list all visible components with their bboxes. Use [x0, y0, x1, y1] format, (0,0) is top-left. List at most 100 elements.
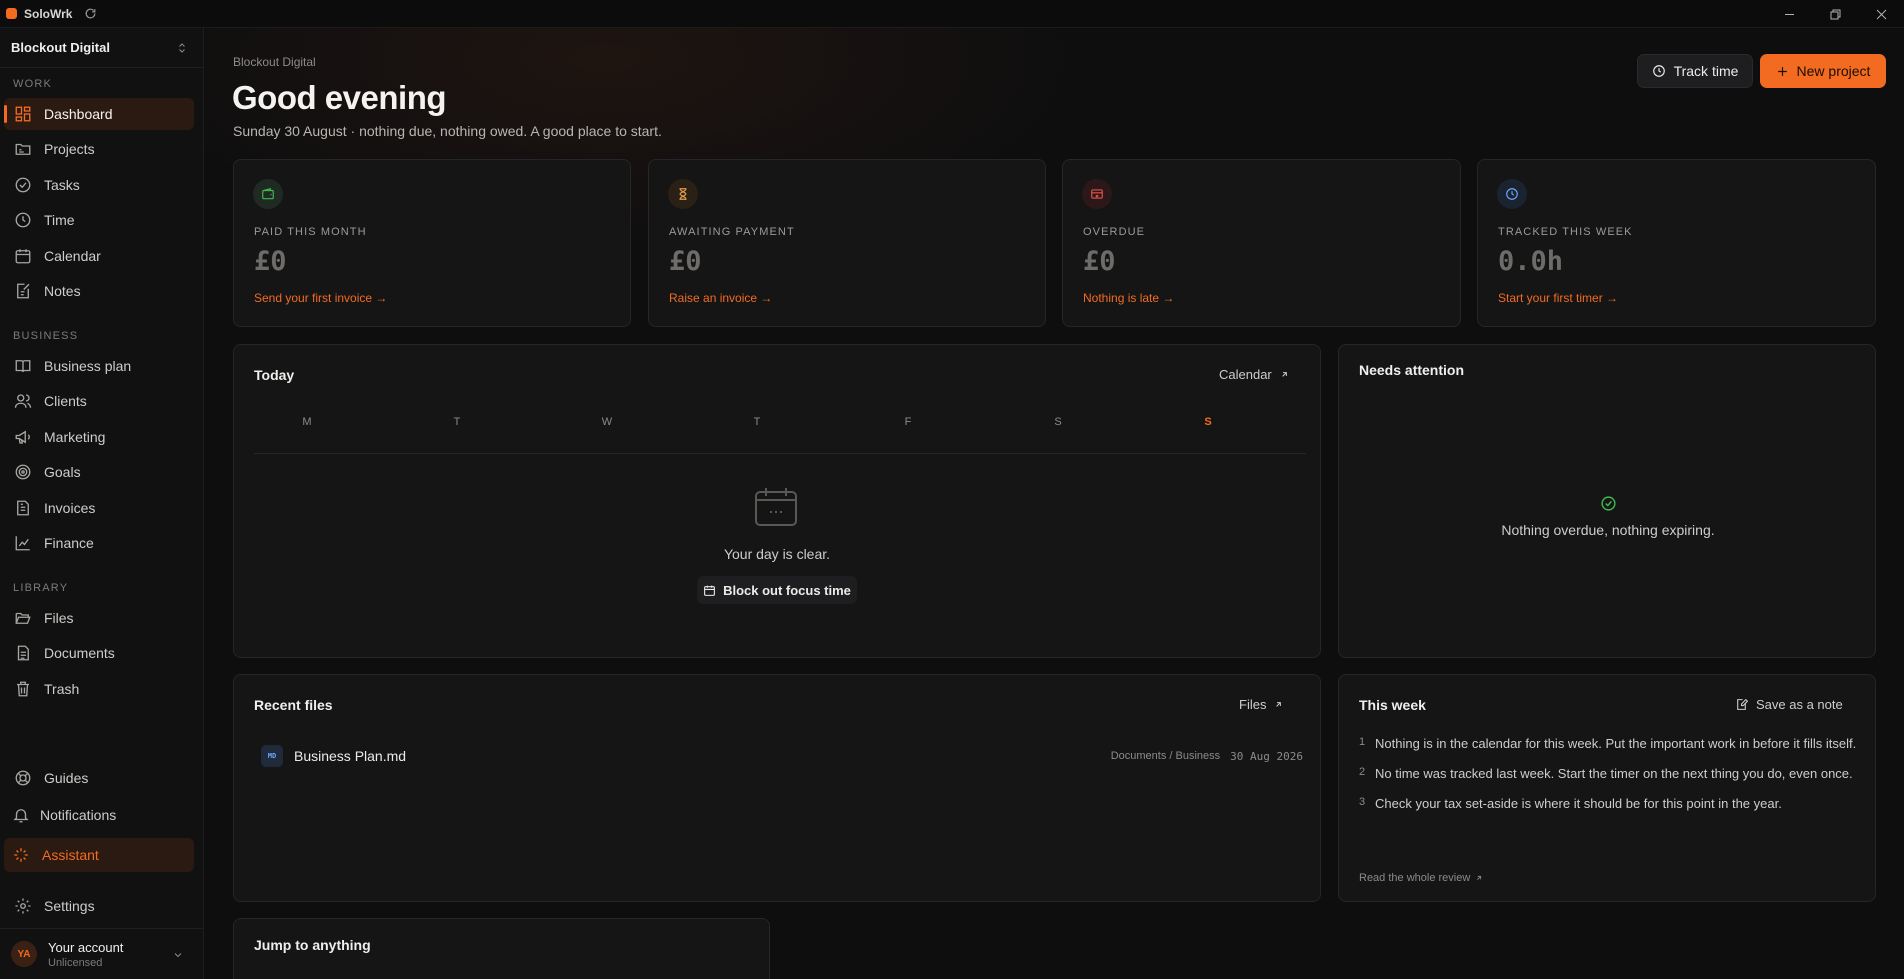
book-icon: [14, 357, 32, 375]
file-date: 30 Aug 2026: [1230, 749, 1303, 763]
file-name: Business Plan.md: [294, 748, 407, 764]
close-button[interactable]: [1858, 0, 1904, 28]
workspace-switcher[interactable]: Blockout Digital: [0, 28, 204, 68]
this-week-title: This week: [1359, 697, 1426, 713]
sidebar-item-label: Invoices: [44, 500, 96, 516]
sidebar-item-label: Trash: [44, 681, 80, 697]
calendar-link[interactable]: Calendar: [1219, 367, 1289, 382]
wallet-icon: [253, 179, 283, 209]
sidebar-item-label: Notifications: [40, 807, 117, 823]
section-label-library: LIBRARY: [13, 582, 69, 594]
stat-card-overdue: OVERDUE £0 Nothing is late →: [1062, 159, 1461, 327]
track-time-button[interactable]: Track time: [1637, 54, 1753, 88]
weekday-fri: F: [904, 416, 912, 428]
sidebar-item-marketing[interactable]: Marketing: [4, 421, 194, 453]
block-focus-time-button[interactable]: Block out focus time: [697, 576, 857, 604]
sidebar-item-label: Tasks: [44, 177, 80, 193]
sidebar-item-label: Guides: [44, 770, 89, 786]
overdue-card-icon: [1082, 179, 1112, 209]
sidebar-item-label: Notes: [44, 283, 81, 299]
item-text: Nothing is in the calendar for this week…: [1375, 736, 1857, 751]
section-label-business: BUSINESS: [13, 330, 79, 342]
sidebar-item-notifications[interactable]: Notifications: [4, 799, 194, 831]
sidebar-item-clients[interactable]: Clients: [4, 385, 194, 417]
sidebar-item-label: Calendar: [44, 248, 101, 264]
plus-icon: [1777, 66, 1787, 76]
weekday-mon: M: [302, 416, 312, 428]
account-menu[interactable]: YA Your account Unlicensed: [0, 928, 204, 979]
chevron-up-down-icon: [176, 42, 188, 54]
check-circle-icon: [1339, 495, 1877, 512]
weekday-sat: S: [1054, 416, 1062, 428]
sidebar-item-projects[interactable]: Projects: [4, 133, 194, 165]
sidebar-item-label: Finance: [44, 535, 94, 551]
read-review-link[interactable]: Read the whole review: [1359, 872, 1483, 884]
weekday-sun-today: S: [1204, 416, 1212, 428]
app-logo-icon: [6, 8, 17, 19]
sidebar-item-tasks[interactable]: Tasks: [4, 169, 194, 201]
needs-attention-card: Needs attention Nothing overdue, nothing…: [1338, 344, 1876, 658]
restore-button[interactable]: [1812, 0, 1858, 28]
document-icon: [14, 644, 32, 662]
stat-value: £0: [254, 246, 287, 277]
chart-line-icon: [14, 534, 32, 552]
jump-to-anything-card: Jump to anything: [233, 918, 770, 979]
sidebar-item-business-plan[interactable]: Business plan: [4, 350, 194, 382]
save-as-note-button[interactable]: Save as a note: [1735, 697, 1843, 712]
clock-icon: [14, 211, 32, 229]
nothing-late-link[interactable]: Nothing is late →: [1083, 291, 1174, 305]
breadcrumb: Blockout Digital: [233, 55, 316, 69]
workspace-name: Blockout Digital: [11, 40, 110, 55]
minimize-button[interactable]: [1766, 0, 1812, 28]
sidebar-item-trash[interactable]: Trash: [4, 673, 194, 705]
read-review-label: Read the whole review: [1359, 872, 1471, 884]
sidebar-item-label: Assistant: [42, 847, 99, 863]
item-number: 1: [1359, 736, 1366, 748]
invoice-icon: [14, 499, 32, 517]
sidebar-item-invoices[interactable]: Invoices: [4, 492, 194, 524]
sidebar-item-dashboard[interactable]: Dashboard: [4, 98, 194, 130]
item-text: Check your tax set-aside is where it sho…: [1375, 796, 1782, 811]
note-icon: [14, 282, 32, 300]
gear-icon: [14, 897, 32, 915]
sidebar-item-notes[interactable]: Notes: [4, 275, 194, 307]
file-path: Documents / Business: [1110, 749, 1221, 762]
dashboard-icon: [14, 105, 32, 123]
sidebar-item-label: Time: [44, 212, 75, 228]
clock-icon: [1652, 65, 1665, 77]
sidebar-item-time[interactable]: Time: [4, 204, 194, 236]
list-item[interactable]: MD Business Plan.md Documents / Business…: [261, 744, 1303, 768]
raise-invoice-link[interactable]: Raise an invoice →: [669, 291, 772, 305]
sidebar-item-calendar[interactable]: Calendar: [4, 240, 194, 272]
markdown-file-icon: MD: [261, 745, 283, 767]
sidebar-item-label: Dashboard: [44, 106, 113, 122]
stat-value: £0: [1083, 246, 1116, 277]
sidebar-item-files[interactable]: Files: [4, 602, 194, 634]
sidebar-item-documents[interactable]: Documents: [4, 637, 194, 669]
sidebar-item-goals[interactable]: Goals: [4, 456, 194, 488]
files-link[interactable]: Files: [1239, 697, 1283, 712]
new-project-button[interactable]: New project: [1760, 54, 1886, 88]
arrow-up-right-icon: [1477, 875, 1482, 880]
refresh-icon[interactable]: [84, 7, 97, 20]
sidebar-item-label: Marketing: [44, 429, 106, 445]
calendar-empty-icon: [754, 487, 798, 530]
calendar-icon: [704, 585, 715, 596]
sidebar-item-assistant[interactable]: Assistant: [4, 838, 194, 872]
sidebar: Blockout Digital WORK Dashboard Projects…: [0, 28, 204, 979]
megaphone-icon: [14, 428, 32, 446]
weekly-review-list: 1 Nothing is in the calendar for this we…: [1359, 734, 1859, 824]
clock-icon: [1497, 179, 1527, 209]
check-circle-icon: [14, 176, 32, 194]
recent-files-card: Recent files Files MD Business Plan.md D…: [233, 674, 1321, 902]
stat-value: £0: [669, 246, 702, 277]
folder-icon: [14, 140, 32, 158]
sidebar-item-settings[interactable]: Settings: [4, 890, 194, 922]
list-item: 1 Nothing is in the calendar for this we…: [1359, 734, 1859, 754]
start-timer-link[interactable]: Start your first timer →: [1498, 291, 1618, 305]
list-item: 3 Check your tax set-aside is where it s…: [1359, 794, 1859, 814]
sidebar-item-guides[interactable]: Guides: [4, 762, 194, 794]
sidebar-item-finance[interactable]: Finance: [4, 527, 194, 559]
send-invoice-link[interactable]: Send your first invoice →: [254, 291, 387, 305]
title-bar: SoloWrk: [0, 0, 1904, 28]
